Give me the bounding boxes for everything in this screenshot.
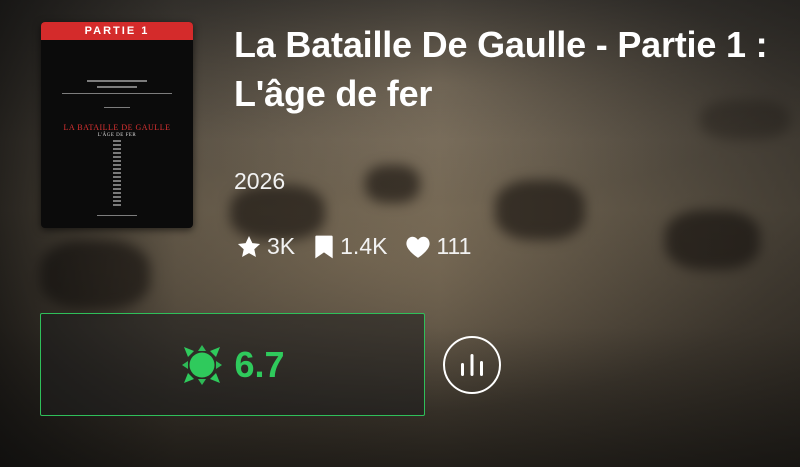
likes-count: 111 bbox=[436, 233, 472, 259]
score-badge-icon bbox=[182, 344, 223, 385]
release-year: 2026 bbox=[234, 168, 286, 194]
rating-value: 6.7 bbox=[234, 343, 285, 385]
movie-title: La Bataille De Gaulle - Partie 1 : L'âge… bbox=[234, 24, 768, 114]
bookmark-icon bbox=[315, 235, 333, 258]
bookmarks-count: 1.4K bbox=[340, 233, 388, 259]
likes-stat[interactable]: 111 bbox=[405, 233, 471, 260]
bar-chart-icon bbox=[461, 354, 483, 376]
rating-button[interactable]: 6.7 bbox=[40, 313, 425, 416]
heart-icon bbox=[406, 236, 431, 258]
bookmarks-stat[interactable]: 1.4K bbox=[313, 233, 387, 260]
movie-poster[interactable]: PARTIE 1 LA BATAILLE DE GAULLE L'ÂGE DE … bbox=[41, 22, 193, 228]
poster-subtitle: L'ÂGE DE FER bbox=[97, 133, 137, 138]
star-icon bbox=[237, 235, 261, 257]
poster-banner: PARTIE 1 bbox=[41, 22, 193, 40]
favorites-count: 3K bbox=[267, 233, 296, 259]
favorites-stat[interactable]: 3K bbox=[236, 233, 295, 260]
stats-row: 3K 1.4K 111 bbox=[236, 233, 489, 260]
poster-title: LA BATAILLE DE GAULLE bbox=[63, 123, 171, 132]
stats-chart-button[interactable] bbox=[443, 336, 501, 394]
